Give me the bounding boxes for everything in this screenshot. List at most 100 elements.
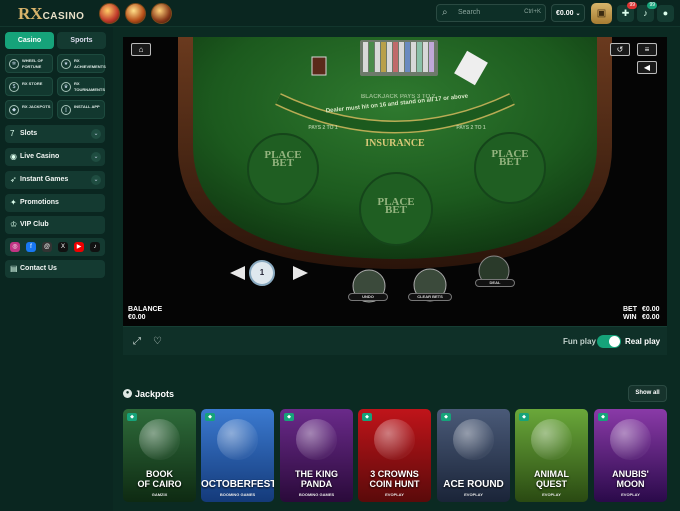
game-provider: BOOMING GAMES bbox=[219, 492, 256, 497]
show-all-button[interactable]: Show all bbox=[628, 385, 667, 402]
home-button[interactable]: ⌂ bbox=[131, 43, 151, 56]
sidebar-item-instant-games[interactable]: ➶ Instant Games ⌄ bbox=[5, 171, 105, 189]
promo-icon-3[interactable] bbox=[151, 3, 172, 24]
tile-store[interactable]: $ RX STORE bbox=[5, 77, 53, 96]
notifications-button[interactable]: ♪ 99 bbox=[637, 2, 657, 22]
insurance-pays-left: PAYS 2 TO 1 bbox=[308, 125, 338, 131]
tile-label: RX TOURNAMENTS bbox=[74, 81, 106, 92]
rocket-icon: ➶ bbox=[10, 175, 17, 184]
game-title: ANUBIS' MOON bbox=[612, 469, 649, 489]
blackjack-table bbox=[123, 37, 667, 326]
win-amount: €0.00 bbox=[642, 314, 660, 321]
wallet-button[interactable]: ▣ bbox=[591, 3, 612, 24]
game-title: OCTOBERFEST bbox=[201, 479, 274, 490]
speaker-icon: ◀ bbox=[643, 63, 651, 72]
game-art bbox=[453, 419, 494, 460]
trophy-icon: ★ bbox=[61, 59, 71, 69]
insurance-pays-right: PAYS 2 TO 1 bbox=[456, 125, 486, 131]
balance-label: BALANCE bbox=[128, 306, 163, 313]
blackjack-pays-text: BLACKJACK PAYS 3 TO 2 bbox=[360, 94, 436, 100]
history-button[interactable]: ↺ bbox=[610, 43, 630, 56]
game-frame[interactable]: PLACE BET PLACE BET PLACE BET Dealer mus… bbox=[123, 37, 667, 326]
jackpot-badge-icon: ◆ bbox=[598, 413, 608, 421]
game-title: THE KING PANDA bbox=[294, 469, 338, 489]
promo-icon-2[interactable] bbox=[125, 3, 146, 24]
tile-tournaments[interactable]: ♛ RX TOURNAMENTS bbox=[57, 77, 105, 96]
game-card[interactable]: ◆ BOOK OF CAIRO GAMZIX bbox=[123, 409, 196, 502]
game-provider: GAMZIX bbox=[151, 492, 168, 497]
gift-icon: ✚ bbox=[621, 8, 630, 18]
chevron-down-icon[interactable]: ⌄ bbox=[91, 129, 101, 139]
wallet-icon: ▣ bbox=[596, 8, 607, 19]
slots-icon: 7 bbox=[10, 129, 15, 138]
deal-label[interactable]: DEAL bbox=[475, 279, 515, 287]
game-card[interactable]: ◆ ANUBIS' MOON EVOPLAY bbox=[594, 409, 667, 502]
game-card[interactable]: ◆ OCTOBERFEST BOOMING GAMES bbox=[201, 409, 274, 502]
game-title: ANIMAL QUEST bbox=[534, 469, 569, 489]
jackpot-badge-icon: ◆ bbox=[441, 413, 451, 421]
top-bar: RXCASINO ⌕ Search Ctrl+K €0.00 ⌄ ▣ ✚ 99 ♪… bbox=[0, 0, 680, 27]
x-icon[interactable]: X bbox=[58, 242, 68, 252]
gift-button[interactable]: ✚ 99 bbox=[617, 2, 637, 22]
tile-install-app[interactable]: ▯ INSTALL APP bbox=[57, 100, 105, 119]
instagram-icon[interactable]: ◎ bbox=[10, 242, 20, 252]
sidebar: Casino Sports ✲ WHEEL OF FORTUNE ★ RX AC… bbox=[0, 27, 113, 511]
game-card[interactable]: ◆ 3 CROWNS COIN HUNT EVOPLAY bbox=[358, 409, 431, 502]
sidebar-item-promotions[interactable]: ✦ Promotions bbox=[5, 194, 105, 212]
heart-icon[interactable]: ♡ bbox=[153, 336, 162, 347]
game-card[interactable]: ◆ THE KING PANDA BOOMING GAMES bbox=[280, 409, 353, 502]
balance-dropdown[interactable]: €0.00 ⌄ bbox=[551, 4, 585, 22]
tile-label: INSTALL APP bbox=[74, 104, 100, 109]
sidebar-item-live-casino[interactable]: ◉ Live Casino ⌄ bbox=[5, 148, 105, 166]
bet-circle-left[interactable] bbox=[247, 133, 319, 205]
chevron-down-icon[interactable]: ⌄ bbox=[91, 152, 101, 162]
sidebar-item-vip-club[interactable]: ♔ VIP Club bbox=[5, 216, 105, 234]
tile-achievements[interactable]: ★ RX ACHIEVEMENTS bbox=[57, 54, 106, 73]
youtube-icon[interactable]: ▶ bbox=[74, 242, 84, 252]
promo-icon-1[interactable] bbox=[99, 3, 120, 24]
gift-badge: 99 bbox=[627, 2, 637, 9]
bet-circle-right[interactable] bbox=[474, 132, 546, 204]
play-mode-toggle[interactable] bbox=[597, 335, 621, 348]
live-icon: ◉ bbox=[10, 152, 17, 161]
sidebar-item-slots[interactable]: 7 Slots ⌄ bbox=[5, 125, 105, 143]
tile-label: WHEEL OF FORTUNE bbox=[22, 58, 44, 69]
menu-button[interactable]: ≡ bbox=[637, 43, 657, 56]
crown-icon: ♔ bbox=[10, 220, 18, 229]
tile-label: RX ACHIEVEMENTS bbox=[74, 58, 106, 69]
facebook-icon[interactable]: f bbox=[26, 242, 36, 252]
fullscreen-icon[interactable]: ⤢ bbox=[133, 336, 141, 347]
jackpot-badge-icon: ◆ bbox=[284, 413, 294, 421]
sound-button[interactable]: ◀ bbox=[637, 61, 657, 74]
tab-casino[interactable]: Casino bbox=[5, 32, 54, 49]
bell-icon: ♪ bbox=[643, 8, 648, 18]
tab-sports[interactable]: Sports bbox=[57, 32, 106, 49]
game-card[interactable]: ◆ ACE ROUND EVOPLAY bbox=[437, 409, 510, 502]
game-card[interactable]: ◆ ANIMAL QUEST EVOPLAY bbox=[515, 409, 588, 502]
threads-icon[interactable]: @ bbox=[42, 242, 52, 252]
search-input[interactable]: ⌕ Search Ctrl+K bbox=[436, 4, 546, 22]
tile-wheel-of-fortune[interactable]: ✲ WHEEL OF FORTUNE bbox=[5, 54, 53, 73]
casino-logo[interactable]: RXCASINO bbox=[18, 4, 84, 24]
profile-button[interactable]: ● bbox=[657, 5, 674, 22]
sidebar-item-label: VIP Club bbox=[20, 221, 49, 228]
search-icon: ⌕ bbox=[442, 7, 448, 18]
bet-label: BET bbox=[623, 306, 637, 313]
chip-value: 1 bbox=[259, 268, 265, 277]
chevron-down-icon[interactable]: ⌄ bbox=[91, 175, 101, 185]
tiktok-icon[interactable]: ♪ bbox=[90, 242, 100, 252]
toggle-knob bbox=[609, 336, 620, 347]
fun-play-label: Fun play bbox=[563, 337, 596, 346]
wheel-icon: ✲ bbox=[9, 59, 19, 69]
game-provider: BOOMING GAMES bbox=[298, 492, 335, 497]
tile-jackpots[interactable]: ◆ RX JACKPOTS bbox=[5, 100, 53, 119]
game-provider: EVOPLAY bbox=[542, 492, 561, 497]
undo-label[interactable]: UNDO bbox=[348, 293, 388, 301]
search-shortcut: Ctrl+K bbox=[524, 9, 541, 15]
clear-bets-label[interactable]: CLEAR BETS bbox=[408, 293, 452, 301]
balance-value: €0.00 bbox=[556, 10, 574, 17]
game-art bbox=[296, 419, 337, 460]
game-provider: EVOPLAY bbox=[621, 492, 640, 497]
sidebar-item-contact-us[interactable]: ▤ Contact Us bbox=[5, 260, 105, 278]
store-icon: $ bbox=[9, 82, 19, 92]
